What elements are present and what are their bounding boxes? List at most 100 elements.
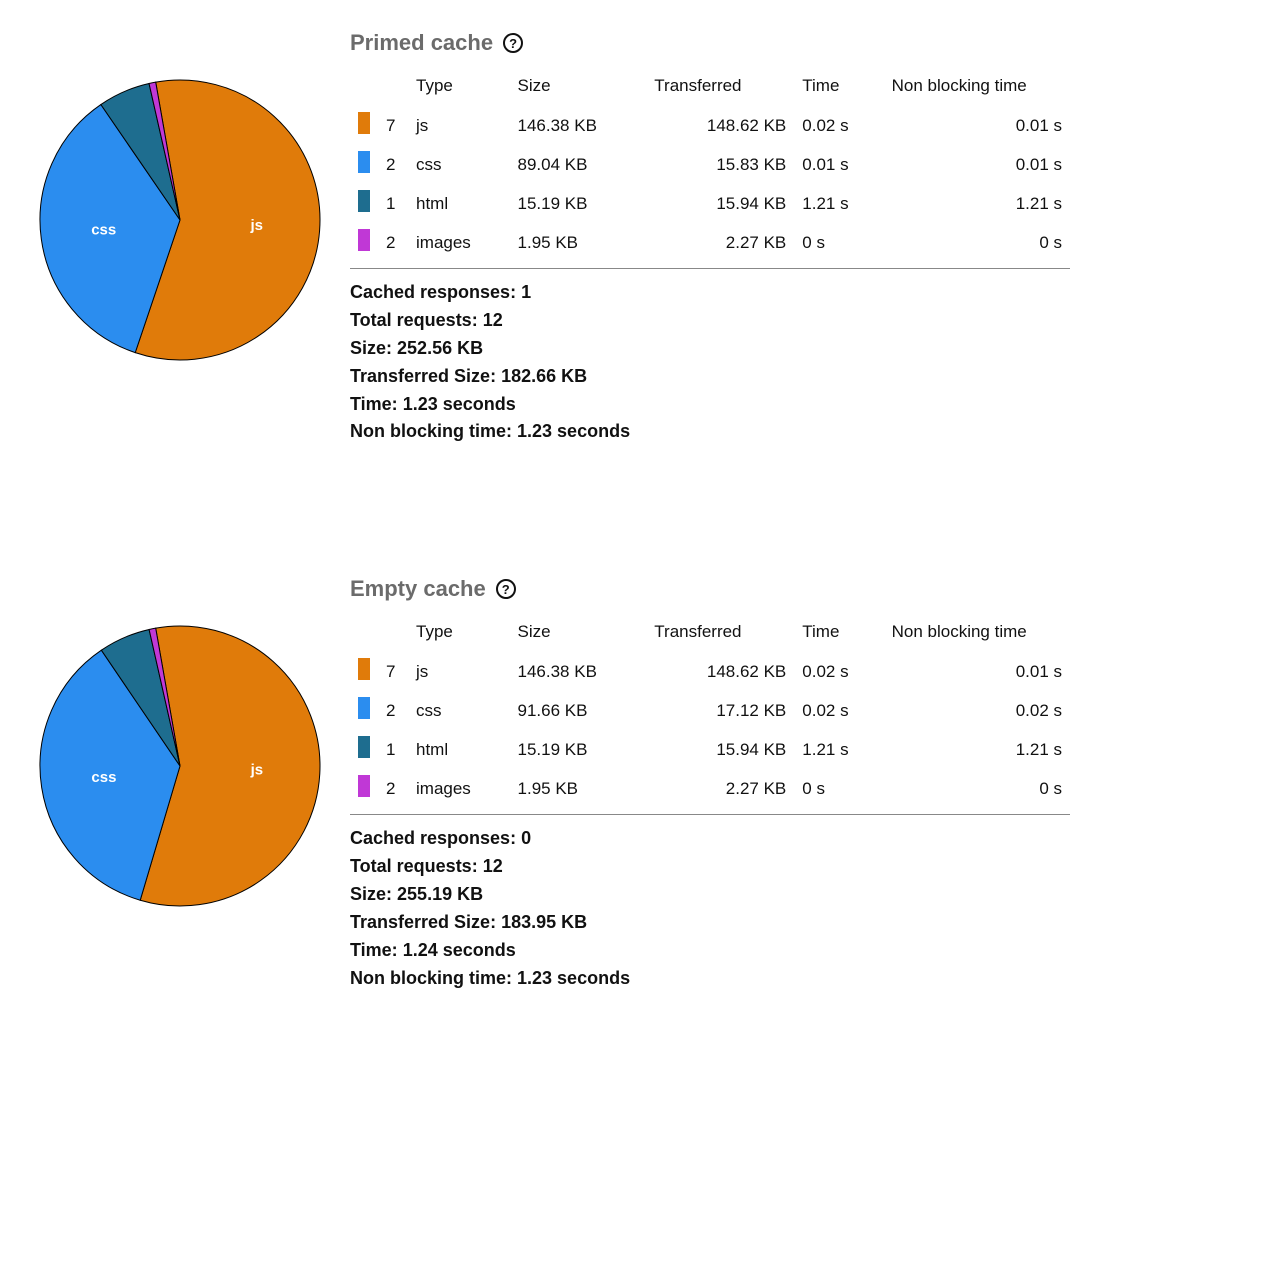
summary-cached-label: Cached responses: [350, 282, 516, 302]
header-transferred: Transferred [646, 616, 794, 652]
row-size: 146.38 KB [510, 652, 647, 691]
help-icon[interactable]: ? [503, 33, 523, 53]
row-size: 146.38 KB [510, 106, 647, 145]
table-row: 1 html 15.19 KB 15.94 KB 1.21 s 1.21 s [350, 184, 1070, 223]
table-row: 2 css 89.04 KB 15.83 KB 0.01 s 0.01 s [350, 145, 1070, 184]
summary-total-label: Total requests: [350, 310, 478, 330]
header-time: Time [794, 616, 883, 652]
row-size: 15.19 KB [510, 184, 647, 223]
header-type: Type [408, 616, 510, 652]
resource-table: Type Size Transferred Time Non blocking … [350, 70, 1070, 262]
table-row: 7 js 146.38 KB 148.62 KB 0.02 s 0.01 s [350, 652, 1070, 691]
row-nbt: 1.21 s [884, 730, 1070, 769]
table-row: 1 html 15.19 KB 15.94 KB 1.21 s 1.21 s [350, 730, 1070, 769]
row-count: 7 [378, 652, 408, 691]
summary-size-label: Size: [350, 338, 392, 358]
pie-chart: js css [30, 616, 330, 916]
summary-total-value: 12 [483, 856, 503, 876]
header-type: Type [408, 70, 510, 106]
divider [350, 268, 1070, 269]
row-nbt: 1.21 s [884, 184, 1070, 223]
summary-total-value: 12 [483, 310, 503, 330]
details-column: Primed cache ? Type Size Transferred Tim… [350, 30, 1070, 446]
pie-label-js: js [250, 217, 264, 234]
row-count: 1 [378, 730, 408, 769]
row-count: 2 [378, 223, 408, 262]
legend-swatch-js [358, 658, 370, 680]
summary-time-label: Time: [350, 940, 398, 960]
row-size: 1.95 KB [510, 223, 647, 262]
row-time: 0.02 s [794, 652, 883, 691]
summary-total-label: Total requests: [350, 856, 478, 876]
pie-label-css: css [91, 769, 116, 786]
pie-label-js: js [250, 762, 264, 779]
pie-label-css: css [91, 222, 116, 239]
row-count: 2 [378, 145, 408, 184]
summary-size-label: Size: [350, 884, 392, 904]
summary-size-value: 255.19 KB [397, 884, 483, 904]
row-type: js [408, 106, 510, 145]
row-time: 0 s [794, 223, 883, 262]
row-time: 1.21 s [794, 184, 883, 223]
row-time: 0.02 s [794, 106, 883, 145]
row-time: 0.01 s [794, 145, 883, 184]
legend-swatch-html [358, 736, 370, 758]
header-nbt: Non blocking time [884, 616, 1070, 652]
row-size: 91.66 KB [510, 691, 647, 730]
header-nbt: Non blocking time [884, 70, 1070, 106]
details-column: Empty cache ? Type Size Transferred Time… [350, 576, 1070, 992]
row-nbt: 0.01 s [884, 106, 1070, 145]
row-transferred: 2.27 KB [646, 223, 794, 262]
summary-nbt-label: Non blocking time: [350, 421, 512, 441]
section-title-text: Primed cache [350, 30, 493, 56]
summary-cached-value: 1 [521, 282, 531, 302]
row-nbt: 0 s [884, 769, 1070, 808]
table-row: 2 images 1.95 KB 2.27 KB 0 s 0 s [350, 769, 1070, 808]
summary-time-value: 1.24 seconds [403, 940, 516, 960]
row-type: js [408, 652, 510, 691]
row-count: 1 [378, 184, 408, 223]
summary-nbt-value: 1.23 seconds [517, 968, 630, 988]
table-row: 2 images 1.95 KB 2.27 KB 0 s 0 s [350, 223, 1070, 262]
legend-swatch-css [358, 697, 370, 719]
row-transferred: 148.62 KB [646, 652, 794, 691]
table-header-row: Type Size Transferred Time Non blocking … [350, 616, 1070, 652]
row-nbt: 0.01 s [884, 145, 1070, 184]
summary-nbt-value: 1.23 seconds [517, 421, 630, 441]
summary-tsize-value: 182.66 KB [501, 366, 587, 386]
legend-swatch-js [358, 112, 370, 134]
summary-cached-label: Cached responses: [350, 828, 516, 848]
chart-column: js css [30, 30, 350, 370]
row-count: 2 [378, 769, 408, 808]
summary: Cached responses: 0 Total requests: 12 S… [350, 825, 1070, 992]
row-transferred: 17.12 KB [646, 691, 794, 730]
summary: Cached responses: 1 Total requests: 12 S… [350, 279, 1070, 446]
pie-chart: js css [30, 70, 330, 370]
summary-time-value: 1.23 seconds [403, 394, 516, 414]
row-size: 89.04 KB [510, 145, 647, 184]
table-row: 2 css 91.66 KB 17.12 KB 0.02 s 0.02 s [350, 691, 1070, 730]
table-header-row: Type Size Transferred Time Non blocking … [350, 70, 1070, 106]
row-count: 2 [378, 691, 408, 730]
header-size: Size [510, 70, 647, 106]
row-transferred: 2.27 KB [646, 769, 794, 808]
row-type: images [408, 223, 510, 262]
row-size: 1.95 KB [510, 769, 647, 808]
summary-tsize-label: Transferred Size: [350, 912, 496, 932]
row-type: css [408, 691, 510, 730]
header-transferred: Transferred [646, 70, 794, 106]
help-icon[interactable]: ? [496, 579, 516, 599]
row-type: html [408, 184, 510, 223]
legend-swatch-html [358, 190, 370, 212]
row-transferred: 15.94 KB [646, 730, 794, 769]
row-transferred: 15.94 KB [646, 184, 794, 223]
row-time: 0.02 s [794, 691, 883, 730]
row-nbt: 0 s [884, 223, 1070, 262]
legend-swatch-images [358, 229, 370, 251]
header-size: Size [510, 616, 647, 652]
row-count: 7 [378, 106, 408, 145]
section-title-text: Empty cache [350, 576, 486, 602]
row-time: 0 s [794, 769, 883, 808]
summary-time-label: Time: [350, 394, 398, 414]
row-transferred: 148.62 KB [646, 106, 794, 145]
